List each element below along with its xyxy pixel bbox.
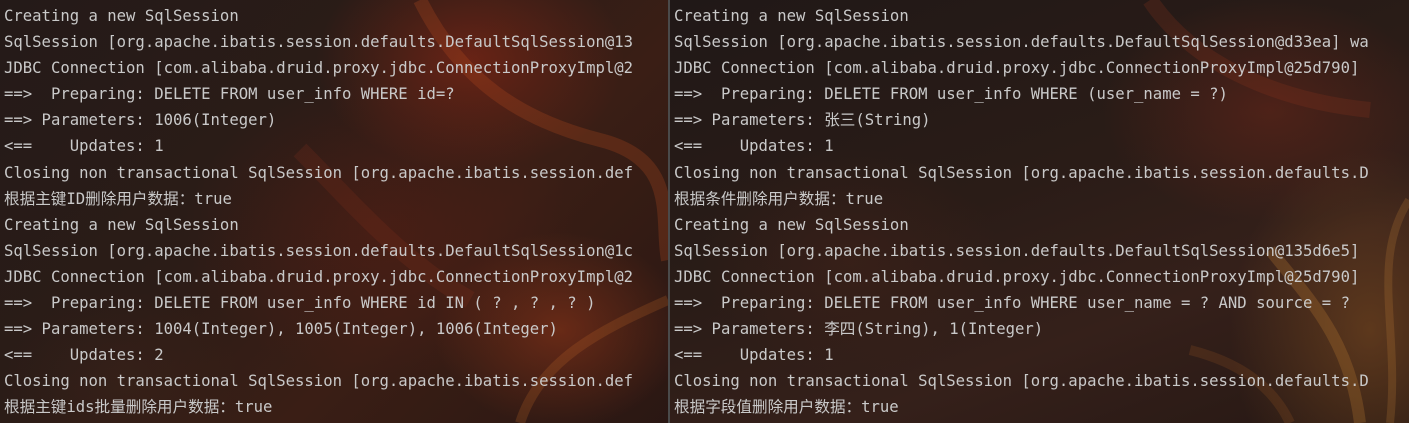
console-line: 根据条件删除用户数据：true xyxy=(674,189,884,208)
console-line: ==> Preparing: DELETE FROM user_info WHE… xyxy=(674,85,1228,104)
right-console-panel[interactable]: Creating a new SqlSession SqlSession [or… xyxy=(668,0,1409,423)
right-console-output: Creating a new SqlSession SqlSession [or… xyxy=(674,3,1409,421)
console-line: SqlSession [org.apache.ibatis.session.de… xyxy=(4,241,634,260)
console-line: JDBC Connection [com.alibaba.druid.proxy… xyxy=(4,267,634,286)
console-line: ==> Preparing: DELETE FROM user_info WHE… xyxy=(4,294,596,313)
console-line: ==> Preparing: DELETE FROM user_info WHE… xyxy=(674,294,1350,313)
console-line: Creating a new SqlSession xyxy=(674,215,909,234)
console-line: JDBC Connection [com.alibaba.druid.proxy… xyxy=(4,59,634,78)
console-line: SqlSession [org.apache.ibatis.session.de… xyxy=(4,33,634,52)
console-line: <== Updates: 1 xyxy=(674,346,834,365)
left-console-panel[interactable]: Creating a new SqlSession SqlSession [or… xyxy=(0,0,668,423)
console-line: JDBC Connection [com.alibaba.druid.proxy… xyxy=(674,267,1360,286)
console-line: ==> Parameters: 张三(String) xyxy=(674,111,931,130)
console-line: SqlSession [org.apache.ibatis.session.de… xyxy=(674,241,1360,260)
console-line: <== Updates: 1 xyxy=(674,137,834,156)
console-line: SqlSession [org.apache.ibatis.session.de… xyxy=(674,33,1369,52)
console-line: ==> Parameters: 李四(String), 1(Integer) xyxy=(674,320,1044,339)
console-line: 根据主键ids批量删除用户数据：true xyxy=(4,398,273,417)
console-line: Creating a new SqlSession xyxy=(674,7,909,25)
console-line: Creating a new SqlSession xyxy=(4,215,239,234)
console-line: Closing non transactional SqlSession [or… xyxy=(4,372,634,391)
console-line: Closing non transactional SqlSession [or… xyxy=(674,372,1369,391)
console-line: <== Updates: 1 xyxy=(4,137,164,156)
console-line: ==> Preparing: DELETE FROM user_info WHE… xyxy=(4,85,455,104)
console-line: Closing non transactional SqlSession [or… xyxy=(674,163,1369,182)
left-console-output: Creating a new SqlSession SqlSession [or… xyxy=(4,3,668,421)
console-line: ==> Parameters: 1004(Integer), 1005(Inte… xyxy=(4,320,558,339)
console-line: 根据字段值删除用户数据：true xyxy=(674,398,899,417)
console-line: <== Updates: 2 xyxy=(4,346,164,365)
console-line: ==> Parameters: 1006(Integer) xyxy=(4,111,277,130)
console-line: 根据主键ID删除用户数据：true xyxy=(4,189,232,208)
console-line: Closing non transactional SqlSession [or… xyxy=(4,163,634,182)
console-line: Creating a new SqlSession xyxy=(4,7,239,25)
console-screenshot: Creating a new SqlSession SqlSession [or… xyxy=(0,0,1409,423)
console-line: JDBC Connection [com.alibaba.druid.proxy… xyxy=(674,59,1360,78)
